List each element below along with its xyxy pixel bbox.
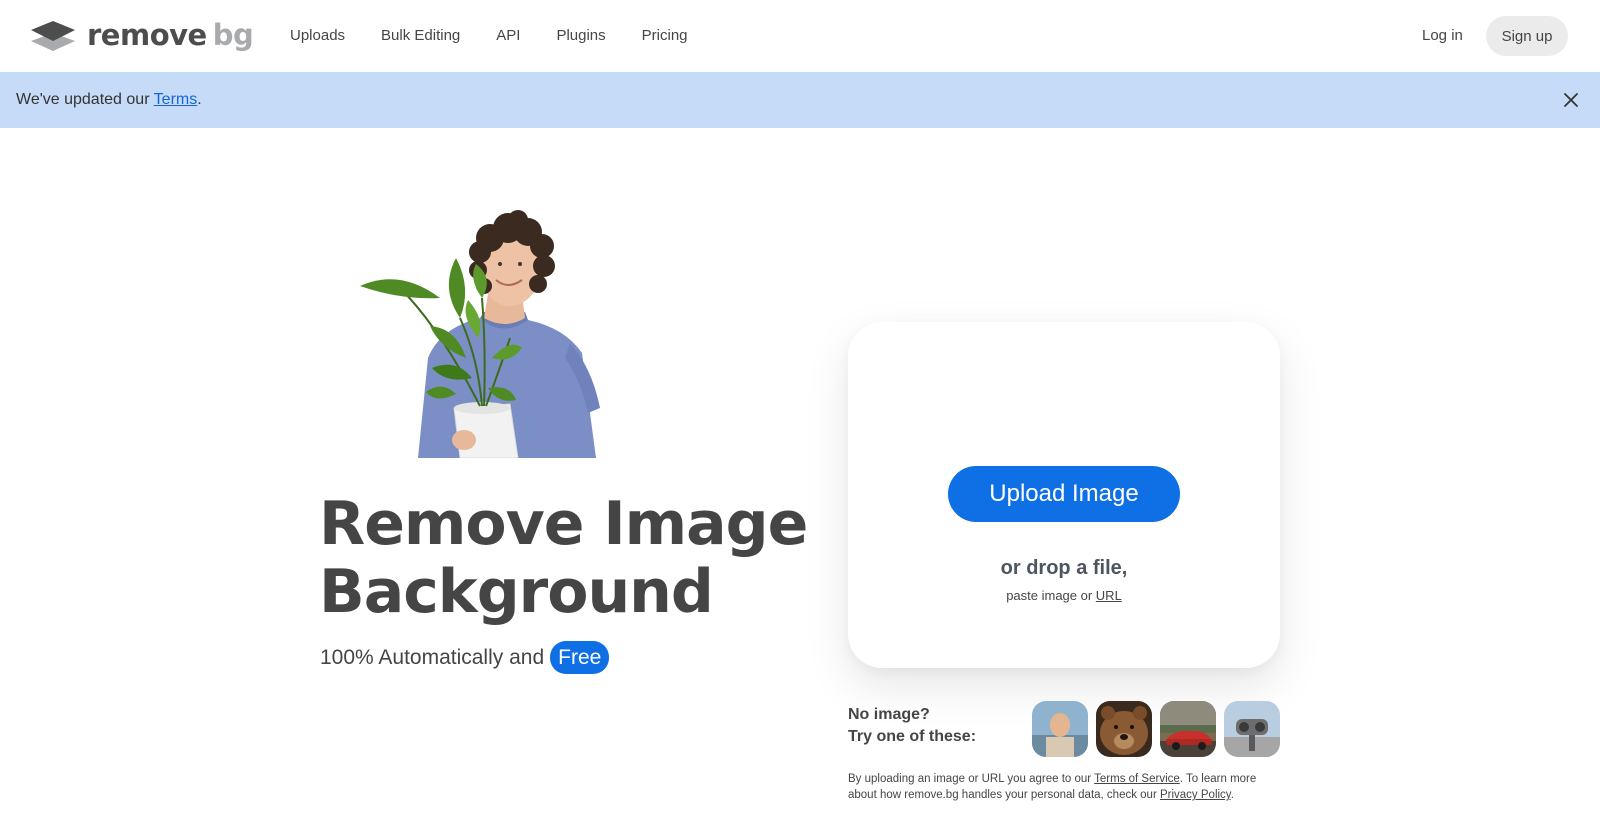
paste-hint: paste image or URL: [848, 588, 1280, 604]
hero-person-with-plant-image: [360, 210, 600, 458]
url-link[interactable]: URL: [1096, 588, 1122, 603]
sample-image-binoculars[interactable]: [1224, 701, 1280, 757]
main-nav: Uploads Bulk Editing API Plugins Pricing: [290, 26, 724, 46]
notice-text: We've updated our Terms.: [16, 90, 202, 110]
upload-dropzone-card[interactable]: Upload Image or drop a file, paste image…: [848, 322, 1280, 668]
legal-text-3: .: [1230, 789, 1234, 801]
subtitle-text: 100% Automatically and: [320, 645, 545, 669]
nav-uploads[interactable]: Uploads: [290, 26, 345, 46]
layers-logo-icon: [31, 21, 75, 51]
brand-logo[interactable]: remove bg: [31, 18, 254, 52]
terms-of-service-link[interactable]: Terms of Service: [1094, 773, 1180, 785]
notice-text-before: We've updated our: [16, 91, 154, 108]
free-badge: Free: [550, 641, 610, 674]
login-link[interactable]: Log in: [1422, 26, 1463, 46]
upload-image-button[interactable]: Upload Image: [948, 466, 1180, 522]
headline-line-2: Background: [319, 557, 714, 627]
brand-word-remove: remove: [87, 18, 207, 52]
nav-plugins[interactable]: Plugins: [556, 26, 605, 46]
sample-images-list: [1032, 701, 1280, 757]
nav-bulk-editing[interactable]: Bulk Editing: [381, 26, 460, 46]
sample-image-bear[interactable]: [1096, 701, 1152, 757]
terms-notice-banner: We've updated our Terms.: [0, 72, 1600, 128]
headline-line-1: Remove Image: [319, 489, 808, 559]
sample-image-person[interactable]: [1032, 701, 1088, 757]
samples-label: No image? Try one of these:: [848, 704, 976, 748]
page-title: Remove Image Background: [319, 490, 819, 626]
notice-text-after: .: [197, 91, 202, 108]
nav-pricing[interactable]: Pricing: [642, 26, 688, 46]
sample-image-car[interactable]: [1160, 701, 1216, 757]
brand-word-bg: bg: [212, 18, 254, 52]
hero-subtitle: 100% Automatically and Free: [320, 641, 610, 674]
terms-link[interactable]: Terms: [154, 91, 198, 108]
brand-wordmark: remove bg: [87, 18, 254, 52]
legal-text-1: By uploading an image or URL you agree t…: [848, 773, 1095, 785]
signup-button[interactable]: Sign up: [1486, 16, 1568, 56]
samples-label-line-1: No image?: [848, 706, 930, 723]
close-icon[interactable]: [1561, 90, 1581, 110]
legal-disclaimer: By uploading an image or URL you agree t…: [848, 771, 1278, 803]
samples-label-line-2: Try one of these:: [848, 728, 977, 745]
drop-file-text: or drop a file,: [1000, 557, 1128, 579]
privacy-policy-link[interactable]: Privacy Policy: [1160, 789, 1231, 801]
paste-hint-text: paste image or: [1006, 588, 1096, 603]
top-header: remove bg Uploads Bulk Editing API Plugin…: [0, 0, 1600, 72]
nav-api[interactable]: API: [496, 26, 520, 46]
